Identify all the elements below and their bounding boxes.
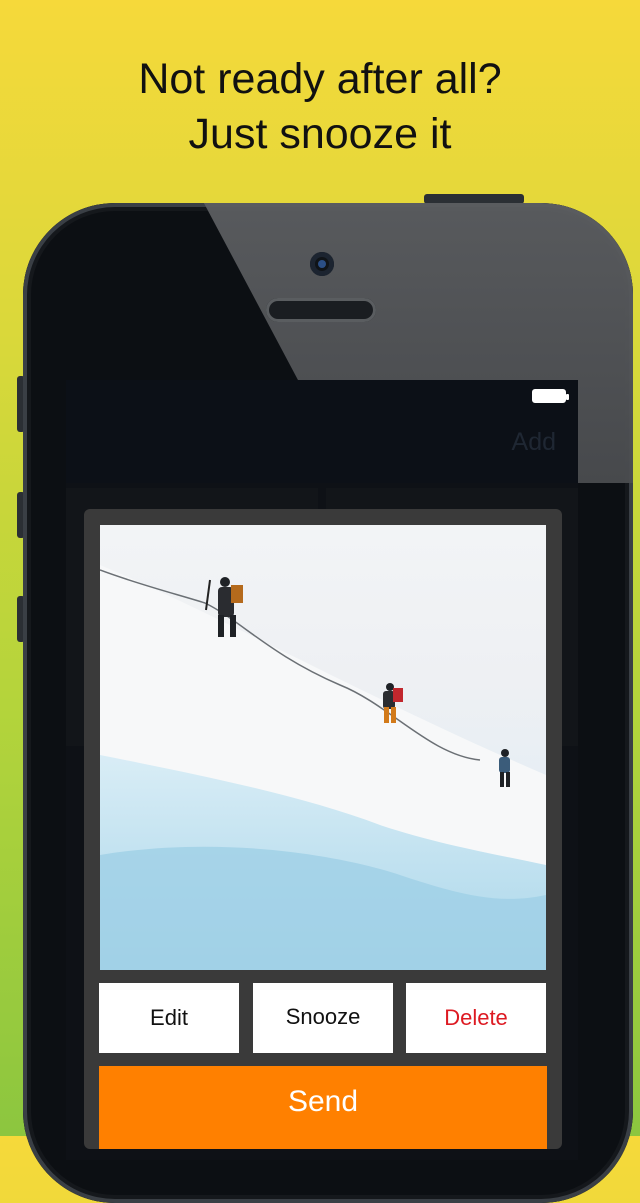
snooze-button[interactable]: Snooze [253,983,393,1053]
add-button[interactable]: Add [512,428,556,457]
promo-line-1: Not ready after all? [138,55,502,103]
send-button[interactable]: Send [99,1066,547,1149]
snooze-modal: Edit Snooze Delete Send [84,509,562,1149]
delete-button[interactable]: Delete [406,983,546,1053]
promo-line-2: Just snooze it [188,110,452,158]
promo-headline: Not ready after all? Just snooze it [0,52,640,162]
navigation-bar: Add [66,380,578,483]
edit-button[interactable]: Edit [99,983,239,1053]
front-camera [310,252,334,276]
battery-icon [532,389,569,403]
action-buttons: Edit Snooze Delete [99,983,547,1053]
earpiece-speaker [266,298,376,322]
mountain-climbers-photo [100,525,546,970]
photo-illustration [100,565,546,970]
